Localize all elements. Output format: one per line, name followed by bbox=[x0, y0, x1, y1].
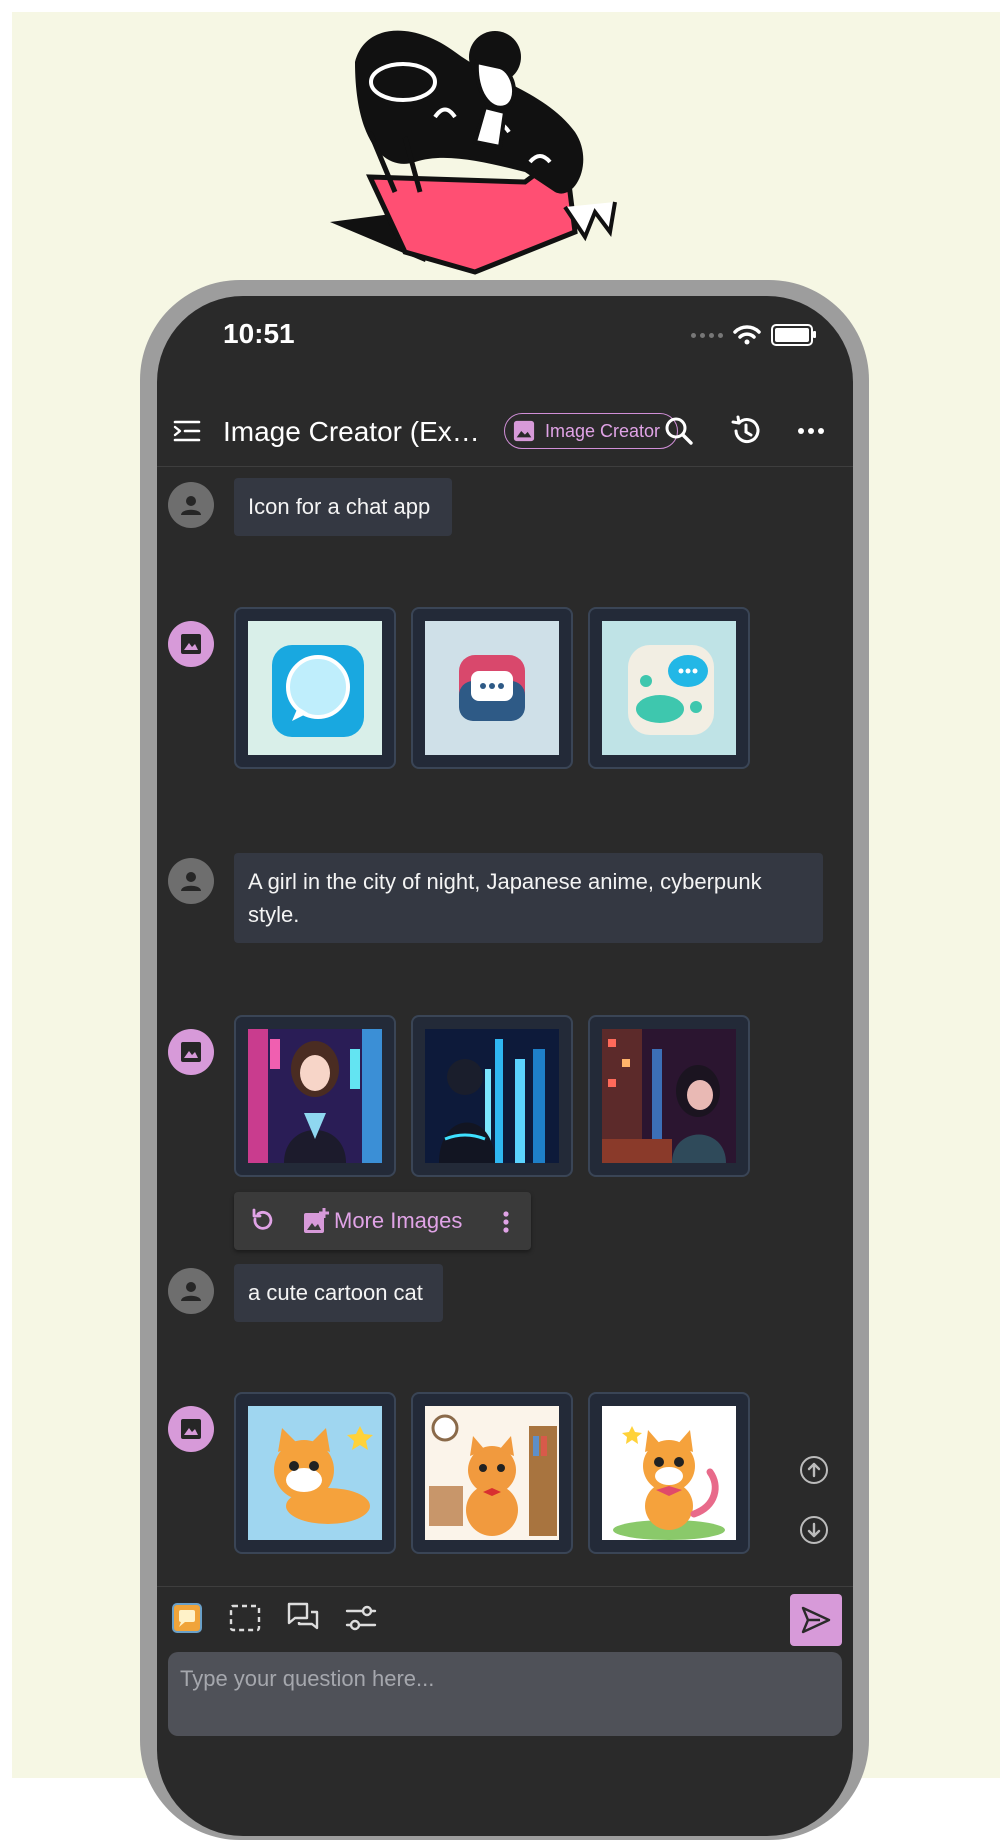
person-icon bbox=[181, 496, 201, 515]
search-icon[interactable] bbox=[663, 415, 695, 447]
scroll-down-icon[interactable] bbox=[799, 1515, 829, 1545]
user-message-bubble: a cute cartoon cat bbox=[234, 1264, 443, 1322]
anime-girl-skyline-image bbox=[425, 1029, 559, 1163]
wifi-icon bbox=[733, 325, 761, 345]
menu-collapse-icon[interactable] bbox=[173, 418, 201, 444]
settings-sliders-icon[interactable] bbox=[343, 1600, 379, 1636]
image-creator-chip[interactable]: Image Creator bbox=[504, 413, 678, 449]
phone-screen: 10:51 Image Creator (Ex… Image Creator I… bbox=[157, 296, 853, 1836]
generated-image-thumb[interactable] bbox=[234, 607, 396, 769]
composer-divider bbox=[157, 1586, 853, 1587]
chat-bubble-icon-image bbox=[248, 621, 382, 755]
image-actions-toolbar: More Images bbox=[234, 1192, 531, 1250]
cartoon-cat-bowtie-image bbox=[602, 1406, 736, 1540]
send-icon bbox=[801, 1606, 831, 1634]
generated-image-thumb[interactable] bbox=[411, 1392, 573, 1554]
signal-dots-icon bbox=[691, 332, 723, 338]
refresh-icon[interactable] bbox=[248, 1207, 276, 1235]
scroll-up-icon[interactable] bbox=[799, 1455, 829, 1485]
select-area-icon[interactable] bbox=[227, 1600, 263, 1636]
cartoon-cat-lying-image bbox=[248, 1406, 382, 1540]
person-with-box-illustration bbox=[330, 30, 617, 275]
image-creator-chip-label: Image Creator bbox=[545, 420, 661, 441]
generated-image-thumb[interactable] bbox=[588, 607, 750, 769]
generated-image-thumb[interactable] bbox=[234, 1015, 396, 1177]
image-icon bbox=[181, 1042, 201, 1062]
image-icon bbox=[181, 1419, 201, 1439]
more-images-button[interactable]: More Images bbox=[334, 1208, 462, 1234]
prompt-template-icon[interactable] bbox=[169, 1600, 205, 1636]
user-avatar bbox=[168, 858, 214, 904]
question-input[interactable]: Type your question here... bbox=[168, 1652, 842, 1736]
user-avatar bbox=[168, 1268, 214, 1314]
bot-avatar bbox=[168, 1029, 214, 1075]
user-message-bubble: Icon for a chat app bbox=[234, 478, 452, 536]
status-indicators bbox=[691, 324, 816, 346]
image-icon bbox=[181, 634, 201, 654]
chat-cluster-icon-image bbox=[602, 621, 736, 755]
status-time: 10:51 bbox=[223, 318, 295, 349]
person-icon bbox=[181, 1282, 201, 1301]
generated-image-thumb[interactable] bbox=[411, 607, 573, 769]
user-message-bubble: A girl in the city of night, Japanese an… bbox=[234, 853, 823, 943]
person-icon bbox=[181, 872, 201, 891]
battery-icon bbox=[771, 324, 816, 346]
send-button[interactable] bbox=[790, 1594, 842, 1646]
more-options-icon[interactable] bbox=[795, 415, 827, 447]
bot-avatar bbox=[168, 1406, 214, 1452]
add-image-icon bbox=[304, 1208, 329, 1233]
history-icon[interactable] bbox=[730, 415, 762, 447]
app-bar: Image Creator (Ex… Image Creator bbox=[157, 396, 853, 467]
cartoon-cat-library-image bbox=[425, 1406, 559, 1540]
generated-image-thumb[interactable] bbox=[588, 1015, 750, 1177]
generated-image-thumb[interactable] bbox=[588, 1392, 750, 1554]
generated-image-thumb[interactable] bbox=[411, 1015, 573, 1177]
anime-girl-neon-street-image bbox=[248, 1029, 382, 1163]
generated-image-thumb[interactable] bbox=[234, 1392, 396, 1554]
anime-girl-night-city-image bbox=[602, 1029, 736, 1163]
chat-title[interactable]: Image Creator (Ex… bbox=[223, 416, 493, 448]
chat-dots-icon-image bbox=[425, 621, 559, 755]
vertical-more-icon[interactable] bbox=[496, 1209, 516, 1235]
user-avatar bbox=[168, 482, 214, 528]
bot-avatar bbox=[168, 621, 214, 667]
conversation-icon[interactable] bbox=[285, 1600, 321, 1636]
image-icon bbox=[513, 420, 535, 442]
